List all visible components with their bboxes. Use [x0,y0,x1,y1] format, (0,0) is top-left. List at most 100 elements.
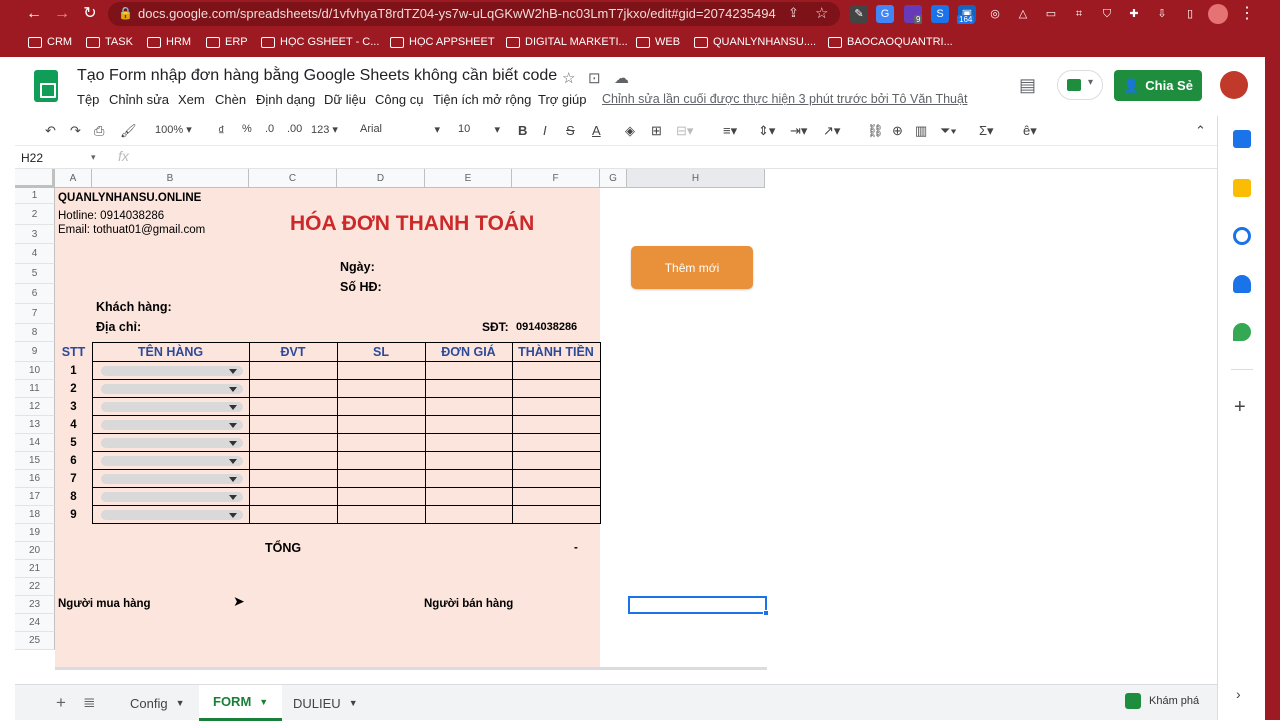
bookmark-baocaoquantri[interactable]: BAOCAOQUANTRI... [828,34,953,50]
product-dropdown[interactable] [101,402,243,412]
tab-dulieu[interactable]: DULIEU ▼ [279,685,372,721]
menu-file[interactable]: Tệp [77,92,99,107]
product-dropdown[interactable] [101,456,243,466]
menu-edit[interactable]: Chỉnh sửa [109,92,169,107]
document-title[interactable]: Tạo Form nhập đơn hàng bằng Google Sheet… [77,67,557,85]
bookmark-web[interactable]: WEB [636,34,680,50]
column-header-d[interactable]: D [337,169,425,188]
merge-cells-icon[interactable]: ⊟▾ [676,123,693,139]
formula-input[interactable] [145,149,1205,167]
owl-extension-icon[interactable]: ◎ [986,5,1004,23]
bookmark-hoc-appsheet[interactable]: HỌC APPSHEET [390,34,495,50]
bookmark-hrm[interactable]: HRM [147,34,191,50]
user-avatar[interactable] [1220,71,1248,99]
bookmark-task[interactable]: TASK [86,34,133,50]
menu-tools[interactable]: Công cụ [375,92,423,107]
bookmark-quanlynhansu[interactable]: QUANLYNHANSU.... [694,34,816,50]
text-color-icon[interactable]: A [592,123,601,138]
currency-format-button[interactable]: ₫ [218,123,225,138]
row-header-14[interactable]: 14 [15,434,55,452]
font-family-select[interactable]: Arial ▾ [360,123,440,136]
column-header-f[interactable]: F [512,169,600,188]
triangle-extension-icon[interactable]: △ [1014,5,1032,23]
font-size-select[interactable]: 10 ▾ [458,123,500,136]
vertical-align-icon[interactable]: ⇕▾ [758,123,775,139]
italic-icon[interactable]: I [543,123,547,138]
insert-chart-icon[interactable]: ▥ [915,123,927,139]
sheets-logo-icon[interactable] [34,70,58,102]
row-header-18[interactable]: 18 [15,506,55,524]
crop-extension-icon[interactable]: ⌗ [1070,5,1088,23]
column-header-h[interactable]: H [627,169,765,188]
add-sheet-icon[interactable]: + [56,693,66,713]
product-dropdown[interactable] [101,366,243,376]
horizontal-align-icon[interactable]: ≡▾ [723,123,737,139]
functions-icon[interactable]: Σ▾ [979,123,994,139]
product-dropdown[interactable] [101,420,243,430]
selected-cell-h22[interactable] [628,596,767,614]
row-header-19[interactable]: 19 [15,524,55,542]
bookmark-hoc-gsheet[interactable]: HỌC GSHEET - C... [261,34,379,50]
add-addon-icon[interactable]: + [1234,396,1246,419]
row-header-3[interactable]: 3 [15,225,55,244]
move-folder-icon[interactable]: ⊡ [588,69,601,87]
menu-insert[interactable]: Chèn [215,92,246,107]
bookmark-erp[interactable]: ERP [206,34,248,50]
contacts-icon[interactable] [1233,275,1251,293]
fill-handle[interactable] [763,610,769,616]
shield-extension-icon[interactable]: ⛉ [1098,5,1116,23]
row-header-10[interactable]: 10 [15,362,55,380]
collapse-toolbar-icon[interactable]: ⌃ [1195,123,1206,139]
borders-icon[interactable]: ⊞ [651,123,662,139]
star-icon[interactable]: ☆ [562,69,575,87]
percent-format-button[interactable]: % [242,123,252,135]
row-header-12[interactable]: 12 [15,398,55,416]
print-icon[interactable]: ⎙ [94,123,104,139]
column-header-a[interactable]: A [55,169,92,188]
menu-format[interactable]: Định dạng [256,92,315,107]
filter-icon[interactable]: ⏷▾ [940,123,957,139]
row-header-5[interactable]: 5 [15,264,55,284]
browser-menu-icon[interactable]: ⋮ [1236,3,1258,25]
row-header-15[interactable]: 15 [15,452,55,470]
redo-icon[interactable]: ↷ [70,123,81,139]
row-header-20[interactable]: 20 [15,542,55,560]
text-rotation-icon[interactable]: ↗▾ [823,123,840,139]
increase-decimal-button[interactable]: .00 [287,123,302,135]
download-icon[interactable]: ⇩ [1153,5,1171,23]
maps-icon[interactable] [1233,323,1251,341]
menu-data[interactable]: Dữ liệu [324,92,366,107]
tab-form[interactable]: FORM ▼ [199,685,283,721]
product-dropdown[interactable] [101,492,243,502]
input-tools-icon[interactable]: ê▾ [1023,123,1037,139]
product-dropdown[interactable] [101,474,243,484]
undo-icon[interactable]: ↶ [45,123,56,139]
spreadsheet-grid[interactable]: ABCDEFGH 1 2 3 4 5 6 7 8 9 10 11 12 13 14 15 16 17 18 19 20… [15,169,1217,670]
strikethrough-icon[interactable]: S [566,123,575,138]
row-header-4[interactable]: 4 [15,244,55,264]
back-icon[interactable]: ← [23,3,45,25]
bookmark-digital-marketing[interactable]: DIGITAL MARKETI... [506,34,628,50]
product-dropdown[interactable] [101,384,243,394]
row-header-8[interactable]: 8 [15,324,55,342]
product-dropdown[interactable] [101,510,243,520]
pen-extension-icon[interactable]: ✎ [850,5,868,23]
insert-comment-icon[interactable]: ⊕ [892,123,903,139]
sidebar-icon[interactable]: ▯ [1181,5,1199,23]
menu-extensions[interactable]: Tiện ích mở rộng [433,92,531,107]
chevron-down-icon[interactable]: ▾ [91,152,96,163]
s-extension-icon[interactable]: S [931,5,949,23]
row-header-22[interactable]: 22 [15,578,55,596]
menu-help[interactable]: Trợ giúp [538,92,587,107]
horizontal-scrollbar[interactable] [55,667,767,670]
row-header-16[interactable]: 16 [15,470,55,488]
row-header-11[interactable]: 11 [15,380,55,398]
column-header-g[interactable]: G [600,169,627,188]
column-header-c[interactable]: C [249,169,337,188]
insert-link-icon[interactable]: ⛓ [867,123,884,139]
select-all-corner[interactable] [15,169,55,188]
forward-icon[interactable]: → [51,3,73,25]
tab-config[interactable]: Config ▼ [116,685,199,721]
row-header-17[interactable]: 17 [15,488,55,506]
tasks-icon[interactable] [1233,227,1251,245]
